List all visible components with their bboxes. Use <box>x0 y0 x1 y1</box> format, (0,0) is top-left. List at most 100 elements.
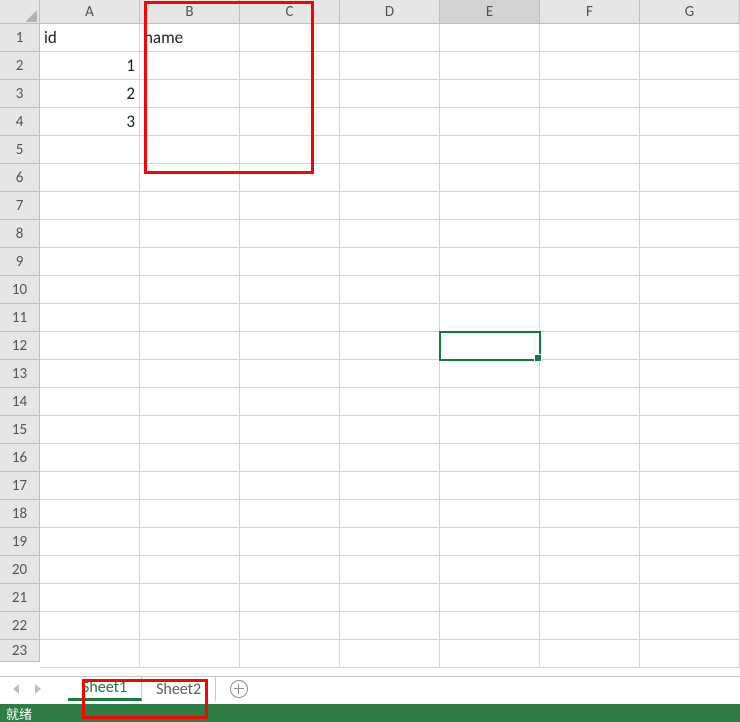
cell-G23[interactable] <box>640 640 740 668</box>
cell-A23[interactable] <box>40 640 140 668</box>
sheet-tab-sheet2[interactable]: Sheet2 <box>142 677 216 701</box>
cell-B6[interactable] <box>140 164 240 192</box>
cell-D17[interactable] <box>340 472 440 500</box>
cell-G5[interactable] <box>640 136 740 164</box>
cell-C11[interactable] <box>240 304 340 332</box>
cell-F7[interactable] <box>540 192 640 220</box>
cell-D9[interactable] <box>340 248 440 276</box>
cell-G3[interactable] <box>640 80 740 108</box>
cell-A8[interactable] <box>40 220 140 248</box>
cell-B23[interactable] <box>140 640 240 668</box>
cell-G20[interactable] <box>640 556 740 584</box>
cell-G2[interactable] <box>640 52 740 80</box>
cell-B18[interactable] <box>140 500 240 528</box>
cell-G16[interactable] <box>640 444 740 472</box>
cell-G4[interactable] <box>640 108 740 136</box>
cell-A1[interactable]: id <box>40 24 140 52</box>
cell-C12[interactable] <box>240 332 340 360</box>
cell-G21[interactable] <box>640 584 740 612</box>
cell-F13[interactable] <box>540 360 640 388</box>
cell-A12[interactable] <box>40 332 140 360</box>
row-header-8[interactable]: 8 <box>0 220 40 248</box>
cell-G9[interactable] <box>640 248 740 276</box>
row-header-4[interactable]: 4 <box>0 108 40 136</box>
cell-A14[interactable] <box>40 388 140 416</box>
cell-D14[interactable] <box>340 388 440 416</box>
cell-C2[interactable] <box>240 52 340 80</box>
cell-G6[interactable] <box>640 164 740 192</box>
new-sheet-button[interactable] <box>228 678 250 700</box>
cell-E13[interactable] <box>440 360 540 388</box>
row-header-2[interactable]: 2 <box>0 52 40 80</box>
cell-A11[interactable] <box>40 304 140 332</box>
cell-E8[interactable] <box>440 220 540 248</box>
cell-B2[interactable] <box>140 52 240 80</box>
row-header-12[interactable]: 12 <box>0 332 40 360</box>
cell-E4[interactable] <box>440 108 540 136</box>
cell-C22[interactable] <box>240 612 340 640</box>
cell-B3[interactable] <box>140 80 240 108</box>
cell-F22[interactable] <box>540 612 640 640</box>
cell-B1[interactable]: name <box>140 24 240 52</box>
cell-B21[interactable] <box>140 584 240 612</box>
cell-A18[interactable] <box>40 500 140 528</box>
cell-C3[interactable] <box>240 80 340 108</box>
cell-D4[interactable] <box>340 108 440 136</box>
row-header-17[interactable]: 17 <box>0 472 40 500</box>
cell-A4[interactable]: 3 <box>40 108 140 136</box>
cell-E17[interactable] <box>440 472 540 500</box>
spreadsheet-grid[interactable]: 1idname213243567891011121314151617181920… <box>0 24 740 676</box>
cell-G13[interactable] <box>640 360 740 388</box>
cell-E2[interactable] <box>440 52 540 80</box>
cell-C17[interactable] <box>240 472 340 500</box>
cell-B4[interactable] <box>140 108 240 136</box>
row-header-13[interactable]: 13 <box>0 360 40 388</box>
cell-E6[interactable] <box>440 164 540 192</box>
cell-B16[interactable] <box>140 444 240 472</box>
column-header-A[interactable]: A <box>40 0 140 24</box>
cell-F11[interactable] <box>540 304 640 332</box>
cell-C9[interactable] <box>240 248 340 276</box>
cell-D19[interactable] <box>340 528 440 556</box>
row-header-20[interactable]: 20 <box>0 556 40 584</box>
cell-A3[interactable]: 2 <box>40 80 140 108</box>
sheet-nav-prev-icon[interactable] <box>10 682 24 696</box>
cell-D6[interactable] <box>340 164 440 192</box>
cell-F10[interactable] <box>540 276 640 304</box>
row-header-21[interactable]: 21 <box>0 584 40 612</box>
row-header-16[interactable]: 16 <box>0 444 40 472</box>
cell-B13[interactable] <box>140 360 240 388</box>
cell-A2[interactable]: 1 <box>40 52 140 80</box>
cell-D2[interactable] <box>340 52 440 80</box>
column-header-E[interactable]: E <box>440 0 540 24</box>
cell-B20[interactable] <box>140 556 240 584</box>
cell-D16[interactable] <box>340 444 440 472</box>
cell-F19[interactable] <box>540 528 640 556</box>
row-header-1[interactable]: 1 <box>0 24 40 52</box>
cell-F14[interactable] <box>540 388 640 416</box>
select-all-triangle[interactable] <box>0 0 40 24</box>
cell-A20[interactable] <box>40 556 140 584</box>
cell-G14[interactable] <box>640 388 740 416</box>
cell-C23[interactable] <box>240 640 340 668</box>
cell-C8[interactable] <box>240 220 340 248</box>
cell-E15[interactable] <box>440 416 540 444</box>
cell-C1[interactable] <box>240 24 340 52</box>
cell-E18[interactable] <box>440 500 540 528</box>
cell-A16[interactable] <box>40 444 140 472</box>
cell-C5[interactable] <box>240 136 340 164</box>
column-header-G[interactable]: G <box>640 0 740 24</box>
cell-F3[interactable] <box>540 80 640 108</box>
cell-C10[interactable] <box>240 276 340 304</box>
row-header-19[interactable]: 19 <box>0 528 40 556</box>
cell-F2[interactable] <box>540 52 640 80</box>
cell-F16[interactable] <box>540 444 640 472</box>
cell-D22[interactable] <box>340 612 440 640</box>
cell-C7[interactable] <box>240 192 340 220</box>
cell-A21[interactable] <box>40 584 140 612</box>
cell-A15[interactable] <box>40 416 140 444</box>
cell-E21[interactable] <box>440 584 540 612</box>
cell-G7[interactable] <box>640 192 740 220</box>
row-header-23[interactable]: 23 <box>0 640 40 662</box>
row-header-5[interactable]: 5 <box>0 136 40 164</box>
